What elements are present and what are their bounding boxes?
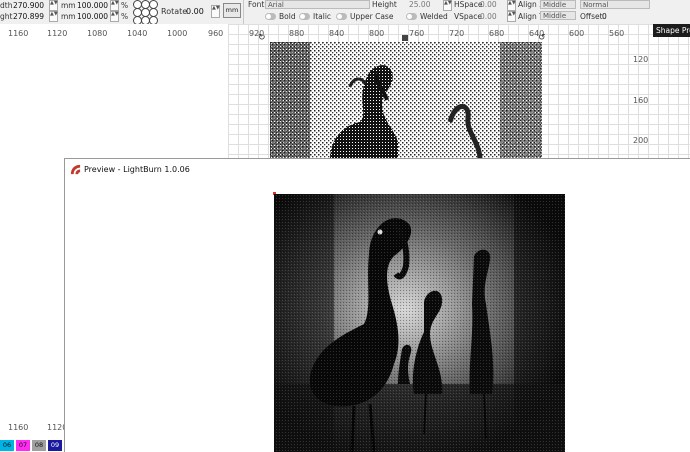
ruler-tick: 600 [569,29,585,38]
ruler-tick: 800 [369,29,385,38]
vspace-field[interactable]: 0.00 [480,12,497,21]
text-height-spinner[interactable]: ▲▼ [443,0,452,11]
uppercase-toggle[interactable] [336,13,347,20]
layer-swatch-label: 09 [50,441,60,449]
toolbar-divider [243,0,244,24]
preview-window[interactable]: Preview - LightBurn 1.0.06 [64,158,690,452]
layer-swatch-label: 07 [18,441,28,449]
vspace-label: VSpace [454,12,482,21]
ruler-tick: 880 [289,29,305,38]
design-canvas[interactable]: 920 880 840 800 760 720 680 640 600 560 … [228,24,690,161]
ruler-tick: 1000 [167,29,188,38]
hspace-label: HSpace [454,0,483,9]
scale-width-field[interactable]: 100.000 [77,1,108,10]
bold-label: Bold [279,12,296,21]
width-unit: mm [61,1,76,10]
scale-width-spinner[interactable]: ▲▼ [110,0,119,11]
offset-field[interactable]: 0 [602,12,607,21]
offset-label: Offset [580,12,603,21]
canvas-image-selection[interactable] [269,41,543,161]
rotate-spinner[interactable]: ▲▼ [211,5,220,18]
flamingo-preview-image [274,194,565,452]
ruler-tick: 560 [609,29,625,38]
uppercase-label: Upper Case [350,12,394,21]
ruler-tick: 1160 [8,423,29,432]
mm-button[interactable]: mm [223,3,241,18]
width-label: dth [0,1,13,10]
ruler-tick: 960 [208,29,224,38]
resize-handle-top-icon[interactable] [402,35,408,41]
bold-toggle[interactable] [265,13,276,20]
layer-swatch-label: 08 [34,441,44,449]
height-unit: mm [61,12,76,21]
ruler-tick: 1040 [127,29,148,38]
layer-swatch-06[interactable]: 06 [0,440,14,451]
layer-swatch-07[interactable]: 07 [16,440,30,451]
layer-swatch-09[interactable]: 09 [48,440,62,451]
preview-rendered-image [274,194,565,452]
rotate-handle-top-right-icon[interactable]: ↺ [538,33,546,43]
font-select[interactable]: Arial [265,0,370,9]
scale-width-percent: % [121,1,129,10]
ruler-tick: 1080 [87,29,108,38]
height-field[interactable]: 270.899 [13,12,44,21]
text-height-label: Height [372,0,397,9]
ruler-tick: 120 [633,55,649,64]
text-style-select[interactable]: Normal [580,0,650,9]
scale-height-spinner[interactable]: ▲▼ [110,11,119,22]
ruler-tick: 1120 [47,29,68,38]
layer-swatch-label: 06 [2,441,12,449]
preview-titlebar[interactable]: Preview - LightBurn 1.0.06 [65,159,690,181]
italic-toggle[interactable] [299,13,310,20]
ruler-tick: 680 [489,29,505,38]
ruler-tick: 760 [409,29,425,38]
ruler-tick: 200 [633,136,649,145]
scale-height-field[interactable]: 100.000 [77,12,108,21]
italic-label: Italic [313,12,332,21]
lightburn-logo-icon [70,164,81,175]
scale-height-percent: % [121,12,129,21]
rotate-field[interactable]: 0.00 [186,7,204,16]
alignx-select[interactable]: Middle [540,0,576,9]
rotate-label: Rotate [161,7,188,16]
ruler-tick: 160 [633,96,649,105]
height-spinner[interactable]: ▲▼ [49,11,58,22]
aligny-select[interactable]: Middle [540,11,576,20]
welded-toggle[interactable] [406,13,417,20]
shape-properties-tab[interactable]: Shape Pro [653,24,690,37]
layer-swatch-08[interactable]: 08 [32,440,46,451]
welded-label: Welded [420,12,448,21]
hspace-spinner[interactable]: ▲▼ [507,0,516,11]
preview-window-title: Preview - LightBurn 1.0.06 [84,165,190,174]
ruler-tick: 1160 [8,29,29,38]
hspace-field[interactable]: 0.00 [480,0,497,9]
width-field[interactable]: 270.900 [13,1,44,10]
height-label: ght [0,12,13,21]
width-spinner[interactable]: ▲▼ [49,0,58,11]
rotate-handle-top-left-icon[interactable]: ↻ [258,33,266,43]
flamingo-dithered-image[interactable] [269,41,543,161]
text-height-field[interactable]: 25.00 [409,0,430,9]
vspace-spinner[interactable]: ▲▼ [507,11,516,22]
ruler-tick: 720 [449,29,465,38]
ruler-tick: 840 [329,29,345,38]
font-label: Font [248,0,265,9]
toolbar: dth 270.900 ght 270.899 ▲▼ ▲▼ mm mm 100.… [0,0,690,25]
